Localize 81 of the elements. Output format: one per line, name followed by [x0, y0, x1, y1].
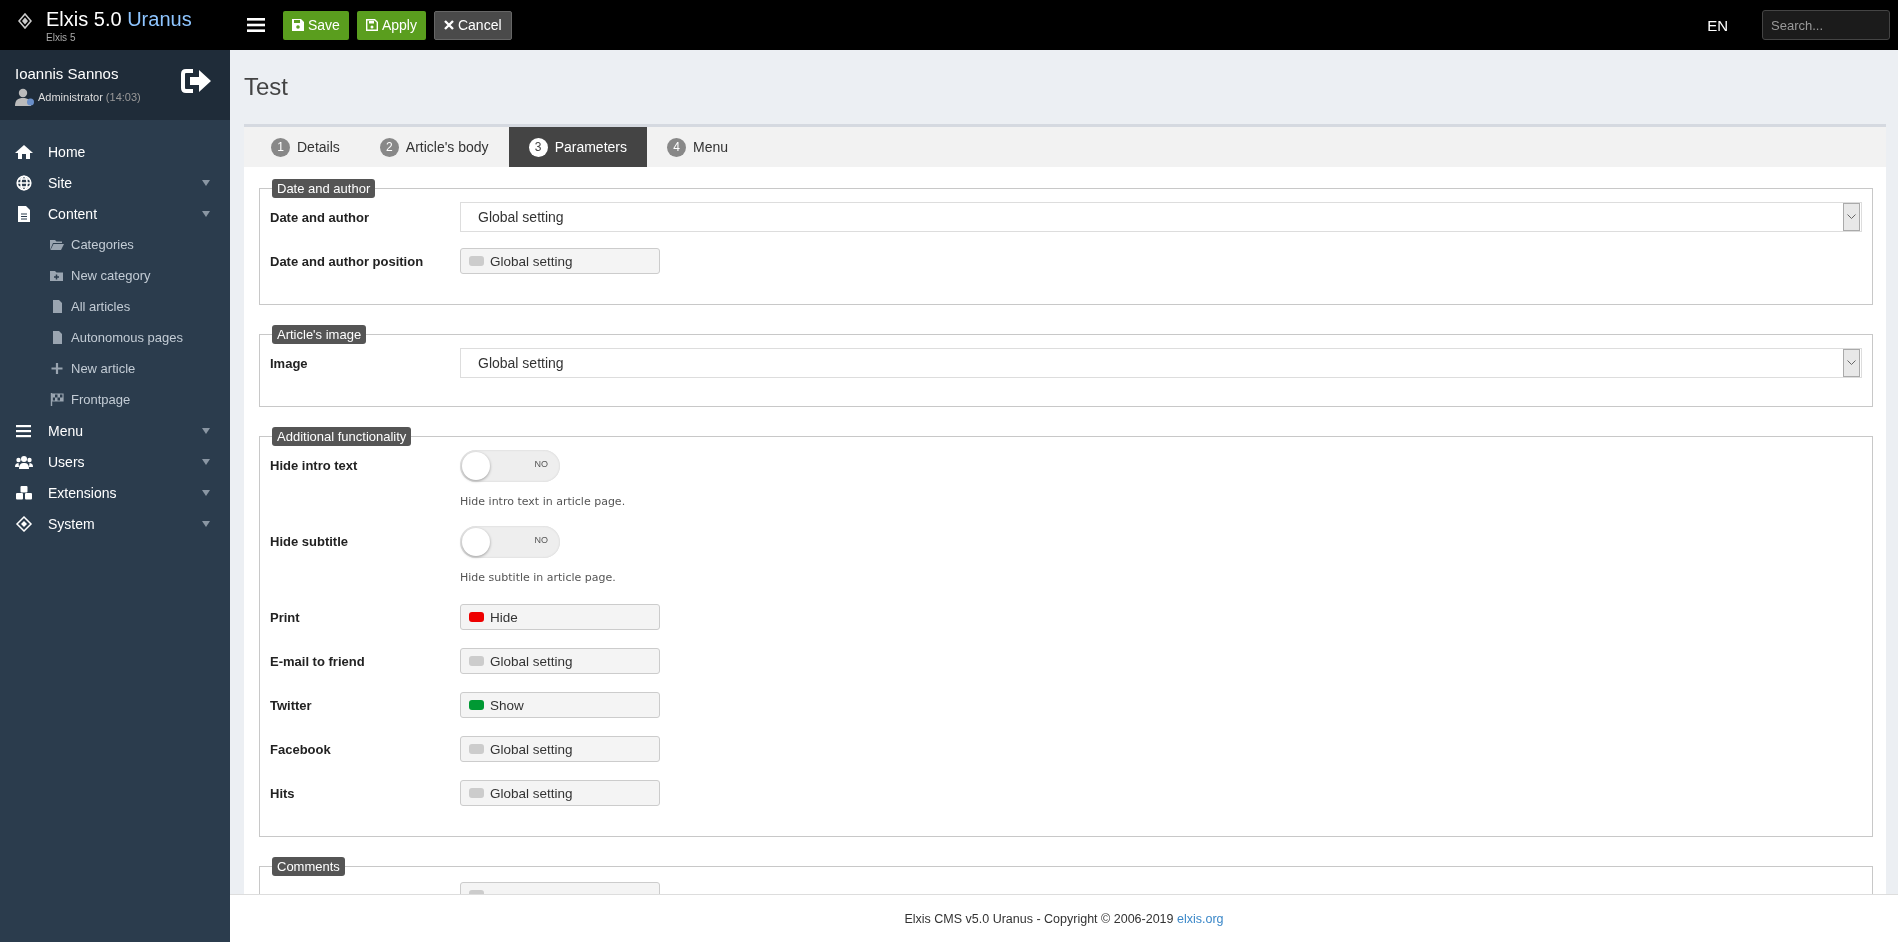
- caret-icon: [202, 210, 210, 217]
- caret-icon: [202, 427, 210, 434]
- sidebar-item[interactable]: Extensions: [0, 477, 230, 508]
- section-legend: Additional functionality: [272, 427, 412, 446]
- select-field[interactable]: Global setting: [460, 248, 660, 274]
- field-label: Hide subtitle: [270, 534, 348, 549]
- sidebar-item[interactable]: Site: [0, 167, 230, 198]
- section-legend: Article's image: [272, 325, 367, 344]
- diamond-logo-icon: [18, 13, 32, 29]
- chevron-down-icon: [1847, 214, 1856, 220]
- user-name: Ioannis Sannos: [15, 64, 120, 82]
- help-text: Hide intro text in article page.: [460, 495, 627, 508]
- site-subtitle: Elxis 5: [46, 32, 77, 43]
- user-role: Administrator (14:03): [38, 90, 141, 103]
- select-field[interactable]: Global setting: [460, 648, 660, 674]
- sidebar-subitem[interactable]: New category: [0, 260, 230, 291]
- file-icon: [50, 300, 64, 313]
- toggle-switch[interactable]: NO: [460, 526, 560, 558]
- home-icon: [15, 143, 33, 160]
- section-legend: Comments: [272, 857, 345, 876]
- field-label: Image: [270, 356, 308, 371]
- list-icon: [15, 422, 33, 439]
- field-label: Hide intro text: [270, 458, 358, 473]
- user-icon: [15, 87, 35, 106]
- select-field[interactable]: Hide: [460, 604, 660, 630]
- page-title: Test: [244, 75, 289, 102]
- select-field[interactable]: Show: [460, 692, 660, 718]
- menu-icon[interactable]: [247, 17, 265, 33]
- sidebar-subitem[interactable]: New article: [0, 353, 230, 384]
- folder-plus-icon: [50, 269, 64, 282]
- plus-icon: [50, 362, 64, 375]
- file-icon: [50, 331, 64, 344]
- tab[interactable]: 2 Article's body: [359, 127, 509, 167]
- field-label: Print: [270, 610, 300, 625]
- tab[interactable]: 3 Parameters: [508, 127, 647, 167]
- sidebar-item[interactable]: System: [0, 508, 230, 539]
- sidebar-subitem[interactable]: Frontpage: [0, 384, 230, 415]
- tab[interactable]: 4 Menu: [647, 127, 748, 167]
- document-icon: [15, 205, 33, 222]
- field-label: Date and author: [270, 210, 369, 225]
- sidebar-subitem[interactable]: All articles: [0, 291, 230, 322]
- select-field[interactable]: Global setting: [460, 202, 1862, 232]
- users-icon: [15, 453, 33, 470]
- field-label: Hits: [270, 786, 295, 801]
- field-label: Twitter: [270, 698, 312, 713]
- caret-icon: [202, 179, 210, 186]
- sidebar-item[interactable]: Users: [0, 446, 230, 477]
- folder-icon: [50, 238, 64, 251]
- diamond-icon: [15, 515, 33, 532]
- search-field[interactable]: Search...: [1762, 10, 1890, 40]
- globe-icon: [15, 174, 33, 191]
- chevron-down-icon: [1847, 360, 1856, 366]
- floppy-icon: [292, 19, 304, 31]
- field-label: Date and author position: [270, 254, 424, 269]
- site-title: Elxis 5.0 Uranus: [46, 8, 192, 30]
- tab[interactable]: 1 Details: [251, 127, 360, 167]
- floppy-icon: [365, 19, 378, 31]
- caret-icon: [202, 458, 210, 465]
- footer-link[interactable]: elxis.org: [1177, 911, 1224, 926]
- cancel-button[interactable]: Cancel: [433, 10, 512, 40]
- close-icon: [443, 20, 454, 30]
- select-field[interactable]: Global setting: [460, 780, 660, 806]
- help-text: Hide subtitle in article page.: [460, 571, 617, 584]
- sidebar-item[interactable]: Home: [0, 136, 230, 167]
- sidebar-item[interactable]: Menu: [0, 415, 230, 446]
- select-field[interactable]: Global setting: [460, 736, 660, 762]
- language-selector[interactable]: EN: [1707, 16, 1728, 34]
- logout-icon[interactable]: [181, 68, 213, 94]
- sidebar-item[interactable]: Content: [0, 198, 230, 229]
- flag-icon: [50, 393, 64, 406]
- field-label: E-mail to friend: [270, 654, 365, 669]
- caret-icon: [202, 520, 210, 527]
- section-legend: Date and author: [272, 179, 376, 198]
- footer-text: Elxis CMS v5.0 Uranus - Copyright © 2006-2019 elxis.org: [904, 911, 1224, 926]
- sidebar-subitem[interactable]: Autonomous pages: [0, 322, 230, 353]
- field-label: Facebook: [270, 742, 331, 757]
- caret-icon: [202, 489, 210, 496]
- toggle-switch[interactable]: NO: [460, 450, 560, 482]
- sidebar-subitem[interactable]: Categories: [0, 229, 230, 260]
- cubes-icon: [15, 484, 33, 501]
- select-field[interactable]: Global setting: [460, 348, 1862, 378]
